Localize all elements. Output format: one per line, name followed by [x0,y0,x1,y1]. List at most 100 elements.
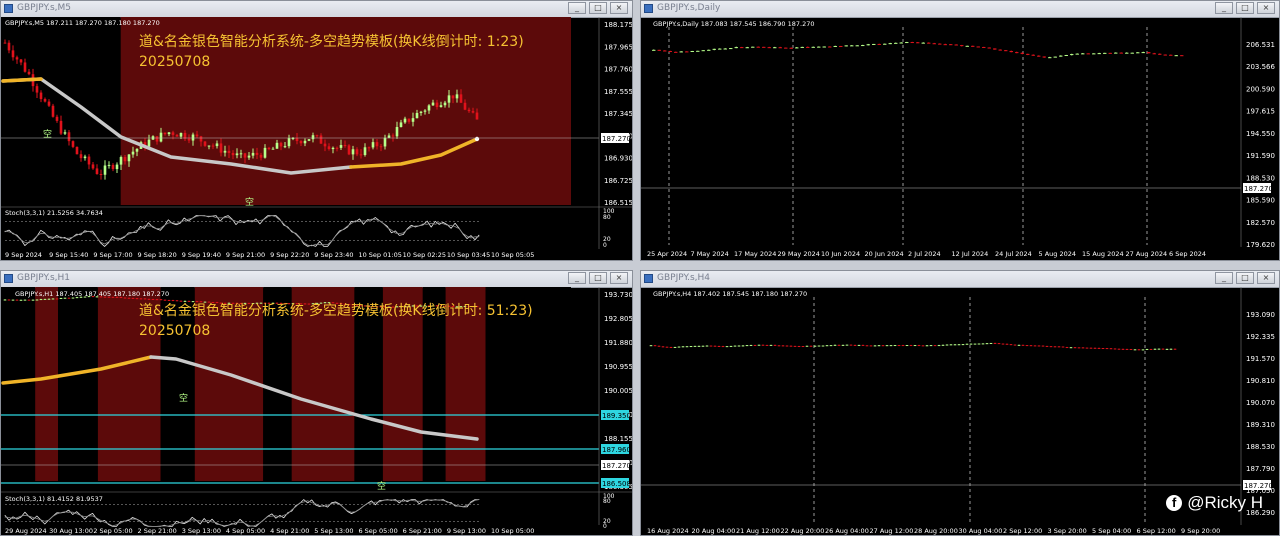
candle-body-h4 [1165,348,1169,350]
candle-body-m5 [159,132,163,142]
candle-body-daily [833,45,837,47]
candle-body-h4 [797,346,801,348]
candle-body-h4 [669,346,673,348]
candle-body-h4 [697,345,701,347]
candle-body-h4 [913,345,917,347]
candle-body-m5 [395,127,399,137]
candle-body-m5 [379,146,383,148]
candle-body-m5 [287,138,291,147]
candle-body-m5 [227,150,231,153]
candle-body-h4 [933,345,937,347]
chart-plot-m5[interactable]: GBPJPY.s,M5 187.211 187.270 187.180 187.… [1,17,632,260]
candle-body-h4 [901,345,905,347]
candle-body-m5 [203,141,207,146]
candle-body-daily [789,47,793,49]
restore-button[interactable]: □ [1236,2,1254,14]
price-tick-h1: 190.955 [604,363,632,371]
candle-body-h1 [3,299,7,301]
price-tick-h1: 190.005 [604,387,632,395]
candle-body-h4 [681,346,685,348]
candle-body-daily [855,45,859,47]
candle-body-h4 [857,344,861,346]
candle-body-h4 [865,345,869,347]
candle-body-m5 [427,105,431,111]
close-button[interactable]: × [610,272,628,284]
candle-body-daily [1064,55,1068,57]
candle-body-h4 [953,344,957,346]
candle-body-h4 [965,343,969,345]
facebook-icon: f [1166,495,1183,511]
candle-body-h4 [1145,348,1149,350]
close-button[interactable]: × [610,2,628,14]
candle-body-h4 [737,345,741,347]
restore-button[interactable]: □ [589,2,607,14]
chart-window-h4[interactable]: GBPJPY.s,H4 _ □ × GBPJPY.s,H4 187.402 18… [640,270,1280,536]
candle-body-h4 [821,345,825,347]
candle-body-m5 [43,99,47,102]
candle-body-m5 [299,141,303,144]
candle-body-h4 [981,343,985,345]
minimize-button[interactable]: _ [568,272,586,284]
candle-body-m5 [367,147,371,149]
candle-body-m5 [267,147,271,150]
candle-body-h4 [1061,346,1065,348]
time-tick-h4: 16 Aug 2024 [647,527,689,535]
close-button[interactable]: × [1257,272,1275,284]
chart-info-h4: GBPJPY.s,H4 187.402 187.545 187.180 187.… [653,290,807,298]
candle-body-m5 [187,138,191,141]
candle-body-daily [877,43,881,45]
chart-canvas-h1[interactable]: GBPJPY.s,H1 187.405 187.405 187.180 187.… [1,287,632,535]
chart-window-daily[interactable]: GBPJPY.s,Daily _ □ × GBPJPY.s,Daily 187.… [640,0,1280,261]
candle-body-h4 [957,344,961,346]
candle-body-m5 [83,156,87,159]
chart-canvas-daily[interactable]: GBPJPY.s,Daily 187.083 187.545 186.790 1… [641,17,1279,260]
window-titlebar-daily[interactable]: GBPJPY.s,Daily _ □ × [641,1,1279,18]
candle-body-h4 [1013,344,1017,346]
candle-body-daily [828,46,832,48]
candle-body-daily [850,45,854,47]
minimize-button[interactable]: _ [1215,272,1233,284]
candle-body-daily [1015,52,1019,54]
candle-body-h4 [1049,346,1053,348]
time-tick-h1: 6 Sep 21:00 [403,527,442,535]
chart-window-m5[interactable]: GBPJPY.s,M5 _ □ × GBPJPY.s,M5 187.211 18… [0,0,633,261]
candle-body-daily [960,45,964,47]
minimize-button[interactable]: _ [568,2,586,14]
candle-body-h4 [921,345,925,347]
candle-body-h4 [1033,345,1037,347]
candle-body-m5 [311,135,315,140]
window-titlebar-h4[interactable]: GBPJPY.s,H4 _ □ × [641,271,1279,288]
chart-window-h1[interactable]: GBPJPY.s,H1 _ □ × GBPJPY.s,H1 187.405 18… [0,270,633,536]
candle-body-m5 [339,145,343,148]
candle-body-m5 [207,145,211,147]
candle-body-m5 [231,152,235,156]
restore-button[interactable]: □ [1236,272,1254,284]
candle-body-m5 [391,135,395,137]
candle-body-daily [1174,55,1178,57]
close-button[interactable]: × [1257,2,1275,14]
candle-body-daily [729,48,733,50]
chart-plot-h1[interactable]: GBPJPY.s,H1 187.405 187.405 187.180 187.… [1,287,632,535]
candle-body-h4 [1069,347,1073,349]
candle-body-m5 [75,146,79,155]
candle-body-h4 [833,344,837,346]
restore-button[interactable]: □ [589,272,607,284]
candle-body-h4 [1001,343,1005,345]
candle-body-h1 [7,299,11,301]
minimize-button[interactable]: _ [1215,2,1233,14]
candle-body-h1 [131,297,135,299]
window-titlebar-m5[interactable]: GBPJPY.s,M5 _ □ × [1,1,632,18]
candle-body-m5 [215,143,219,147]
time-tick-h4: 20 Aug 04:00 [692,527,736,535]
candle-body-daily [652,49,656,51]
candle-body-daily [921,42,925,44]
candle-body-h4 [1161,348,1165,350]
chart-plot-daily[interactable]: GBPJPY.s,Daily 187.083 187.545 186.790 1… [641,17,1279,260]
candle-body-h1 [59,297,63,299]
candle-body-h4 [1153,348,1157,350]
candle-body-h4 [809,345,813,347]
window-titlebar-h1[interactable]: GBPJPY.s,H1 _ □ × [1,271,632,288]
candle-body-m5 [259,154,263,158]
chart-canvas-m5[interactable]: GBPJPY.s,M5 187.211 187.270 187.180 187.… [1,17,632,260]
candle-body-daily [767,47,771,49]
